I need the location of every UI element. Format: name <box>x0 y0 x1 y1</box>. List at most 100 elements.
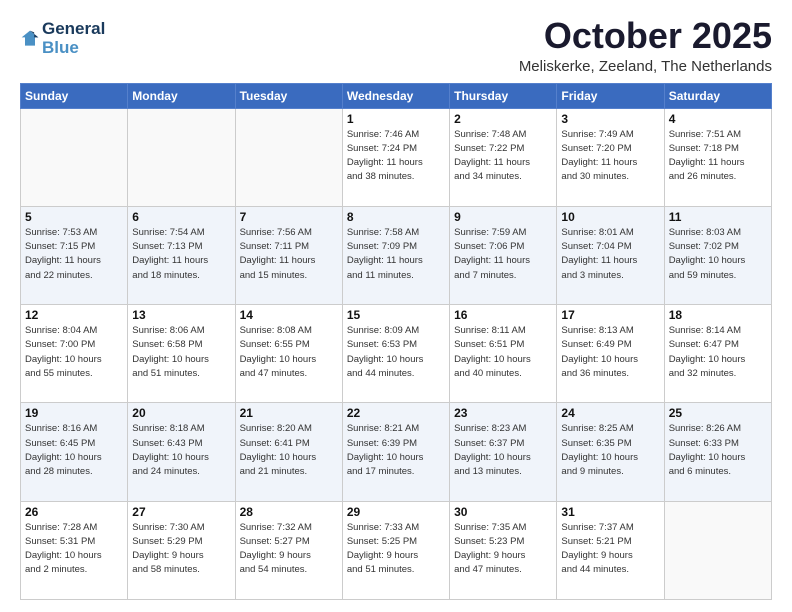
day-number: 13 <box>132 308 230 322</box>
day-info: Sunrise: 7:35 AMSunset: 5:23 PMDaylight:… <box>454 521 552 578</box>
table-row: 2 Sunrise: 7:48 AMSunset: 7:22 PMDaylight… <box>450 108 557 206</box>
day-number: 20 <box>132 406 230 420</box>
table-row: 29 Sunrise: 7:33 AMSunset: 5:25 PMDayligh… <box>342 501 449 599</box>
table-row: 9 Sunrise: 7:59 AMSunset: 7:06 PMDaylight… <box>450 206 557 304</box>
calendar-week-row: 26 Sunrise: 7:28 AMSunset: 5:31 PMDayligh… <box>21 501 772 599</box>
day-number: 19 <box>25 406 123 420</box>
day-info: Sunrise: 7:32 AMSunset: 5:27 PMDaylight:… <box>240 521 338 578</box>
col-friday: Friday <box>557 83 664 108</box>
table-row: 11 Sunrise: 8:03 AMSunset: 7:02 PMDayligh… <box>664 206 771 304</box>
table-row: 25 Sunrise: 8:26 AMSunset: 6:33 PMDayligh… <box>664 403 771 501</box>
day-info: Sunrise: 7:59 AMSunset: 7:06 PMDaylight:… <box>454 226 552 283</box>
table-row: 27 Sunrise: 7:30 AMSunset: 5:29 PMDayligh… <box>128 501 235 599</box>
table-row: 21 Sunrise: 8:20 AMSunset: 6:41 PMDayligh… <box>235 403 342 501</box>
day-number: 30 <box>454 505 552 519</box>
day-info: Sunrise: 8:06 AMSunset: 6:58 PMDaylight:… <box>132 324 230 381</box>
day-info: Sunrise: 8:20 AMSunset: 6:41 PMDaylight:… <box>240 422 338 479</box>
day-number: 14 <box>240 308 338 322</box>
table-row: 22Sunrise: 8:21 AMSunset: 6:39 PMDayligh… <box>342 403 449 501</box>
calendar-week-row: 1 Sunrise: 7:46 AMSunset: 7:24 PMDaylight… <box>21 108 772 206</box>
day-info: Sunrise: 8:16 AMSunset: 6:45 PMDaylight:… <box>25 422 123 479</box>
day-number: 16 <box>454 308 552 322</box>
table-row <box>664 501 771 599</box>
day-info: Sunrise: 8:25 AMSunset: 6:35 PMDaylight:… <box>561 422 659 479</box>
table-row: 18 Sunrise: 8:14 AMSunset: 6:47 PMDayligh… <box>664 305 771 403</box>
table-row: 8Sunrise: 7:58 AMSunset: 7:09 PMDaylight… <box>342 206 449 304</box>
day-info: Sunrise: 8:13 AMSunset: 6:49 PMDaylight:… <box>561 324 659 381</box>
table-row: 31Sunrise: 7:37 AMSunset: 5:21 PMDayligh… <box>557 501 664 599</box>
day-info: Sunrise: 7:54 AMSunset: 7:13 PMDaylight:… <box>132 226 230 283</box>
table-row: 19 Sunrise: 8:16 AMSunset: 6:45 PMDayligh… <box>21 403 128 501</box>
day-number: 2 <box>454 112 552 126</box>
table-row: 28 Sunrise: 7:32 AMSunset: 5:27 PMDayligh… <box>235 501 342 599</box>
day-number: 31 <box>561 505 659 519</box>
table-row: 16Sunrise: 8:11 AMSunset: 6:51 PMDayligh… <box>450 305 557 403</box>
day-info: Sunrise: 7:48 AMSunset: 7:22 PMDaylight:… <box>454 128 552 185</box>
table-row: 5 Sunrise: 7:53 AMSunset: 7:15 PMDaylight… <box>21 206 128 304</box>
day-info: Sunrise: 7:53 AMSunset: 7:15 PMDaylight:… <box>25 226 123 283</box>
day-info: Sunrise: 7:33 AMSunset: 5:25 PMDaylight:… <box>347 521 445 578</box>
day-number: 22 <box>347 406 445 420</box>
day-number: 15 <box>347 308 445 322</box>
logo: General Blue <box>20 20 105 57</box>
day-number: 4 <box>669 112 767 126</box>
day-info: Sunrise: 7:58 AMSunset: 7:09 PMDaylight:… <box>347 226 445 283</box>
day-info: Sunrise: 8:14 AMSunset: 6:47 PMDaylight:… <box>669 324 767 381</box>
day-number: 21 <box>240 406 338 420</box>
calendar-week-row: 12 Sunrise: 8:04 AMSunset: 7:00 PMDayligh… <box>21 305 772 403</box>
table-row: 24 Sunrise: 8:25 AMSunset: 6:35 PMDayligh… <box>557 403 664 501</box>
table-row: 23 Sunrise: 8:23 AMSunset: 6:37 PMDayligh… <box>450 403 557 501</box>
day-number: 12 <box>25 308 123 322</box>
day-info: Sunrise: 7:28 AMSunset: 5:31 PMDaylight:… <box>25 521 123 578</box>
table-row <box>128 108 235 206</box>
table-row: 20Sunrise: 8:18 AMSunset: 6:43 PMDayligh… <box>128 403 235 501</box>
header: General Blue October 2025 Meliskerke, Ze… <box>20 16 772 75</box>
table-row: 3Sunrise: 7:49 AMSunset: 7:20 PMDaylight… <box>557 108 664 206</box>
day-info: Sunrise: 7:46 AMSunset: 7:24 PMDaylight:… <box>347 128 445 185</box>
col-sunday: Sunday <box>21 83 128 108</box>
logo-icon <box>20 29 40 49</box>
day-info: Sunrise: 8:04 AMSunset: 7:00 PMDaylight:… <box>25 324 123 381</box>
day-info: Sunrise: 8:09 AMSunset: 6:53 PMDaylight:… <box>347 324 445 381</box>
day-number: 26 <box>25 505 123 519</box>
day-info: Sunrise: 8:03 AMSunset: 7:02 PMDaylight:… <box>669 226 767 283</box>
table-row: 26 Sunrise: 7:28 AMSunset: 5:31 PMDayligh… <box>21 501 128 599</box>
day-number: 18 <box>669 308 767 322</box>
day-number: 7 <box>240 210 338 224</box>
day-info: Sunrise: 8:23 AMSunset: 6:37 PMDaylight:… <box>454 422 552 479</box>
col-saturday: Saturday <box>664 83 771 108</box>
day-number: 11 <box>669 210 767 224</box>
col-tuesday: Tuesday <box>235 83 342 108</box>
day-number: 29 <box>347 505 445 519</box>
day-number: 23 <box>454 406 552 420</box>
table-row: 4 Sunrise: 7:51 AMSunset: 7:18 PMDaylight… <box>664 108 771 206</box>
day-number: 3 <box>561 112 659 126</box>
day-number: 9 <box>454 210 552 224</box>
day-info: Sunrise: 7:51 AMSunset: 7:18 PMDaylight:… <box>669 128 767 185</box>
table-row: 13 Sunrise: 8:06 AMSunset: 6:58 PMDayligh… <box>128 305 235 403</box>
day-number: 6 <box>132 210 230 224</box>
day-number: 10 <box>561 210 659 224</box>
table-row: 15 Sunrise: 8:09 AMSunset: 6:53 PMDayligh… <box>342 305 449 403</box>
table-row: 12 Sunrise: 8:04 AMSunset: 7:00 PMDayligh… <box>21 305 128 403</box>
day-info: Sunrise: 8:26 AMSunset: 6:33 PMDaylight:… <box>669 422 767 479</box>
day-info: Sunrise: 7:30 AMSunset: 5:29 PMDaylight:… <box>132 521 230 578</box>
table-row: 7 Sunrise: 7:56 AMSunset: 7:11 PMDaylight… <box>235 206 342 304</box>
calendar-week-row: 19 Sunrise: 8:16 AMSunset: 6:45 PMDayligh… <box>21 403 772 501</box>
day-number: 5 <box>25 210 123 224</box>
day-info: Sunrise: 8:08 AMSunset: 6:55 PMDaylight:… <box>240 324 338 381</box>
table-row: 30 Sunrise: 7:35 AMSunset: 5:23 PMDayligh… <box>450 501 557 599</box>
page: General Blue October 2025 Meliskerke, Ze… <box>0 0 792 612</box>
day-number: 25 <box>669 406 767 420</box>
table-row: 10Sunrise: 8:01 AMSunset: 7:04 PMDayligh… <box>557 206 664 304</box>
col-thursday: Thursday <box>450 83 557 108</box>
day-number: 27 <box>132 505 230 519</box>
calendar-table: Sunday Monday Tuesday Wednesday Thursday… <box>20 83 772 600</box>
day-number: 24 <box>561 406 659 420</box>
day-info: Sunrise: 7:56 AMSunset: 7:11 PMDaylight:… <box>240 226 338 283</box>
table-row: 1 Sunrise: 7:46 AMSunset: 7:24 PMDaylight… <box>342 108 449 206</box>
day-number: 28 <box>240 505 338 519</box>
month-title: October 2025 <box>519 16 772 56</box>
table-row <box>235 108 342 206</box>
day-number: 1 <box>347 112 445 126</box>
